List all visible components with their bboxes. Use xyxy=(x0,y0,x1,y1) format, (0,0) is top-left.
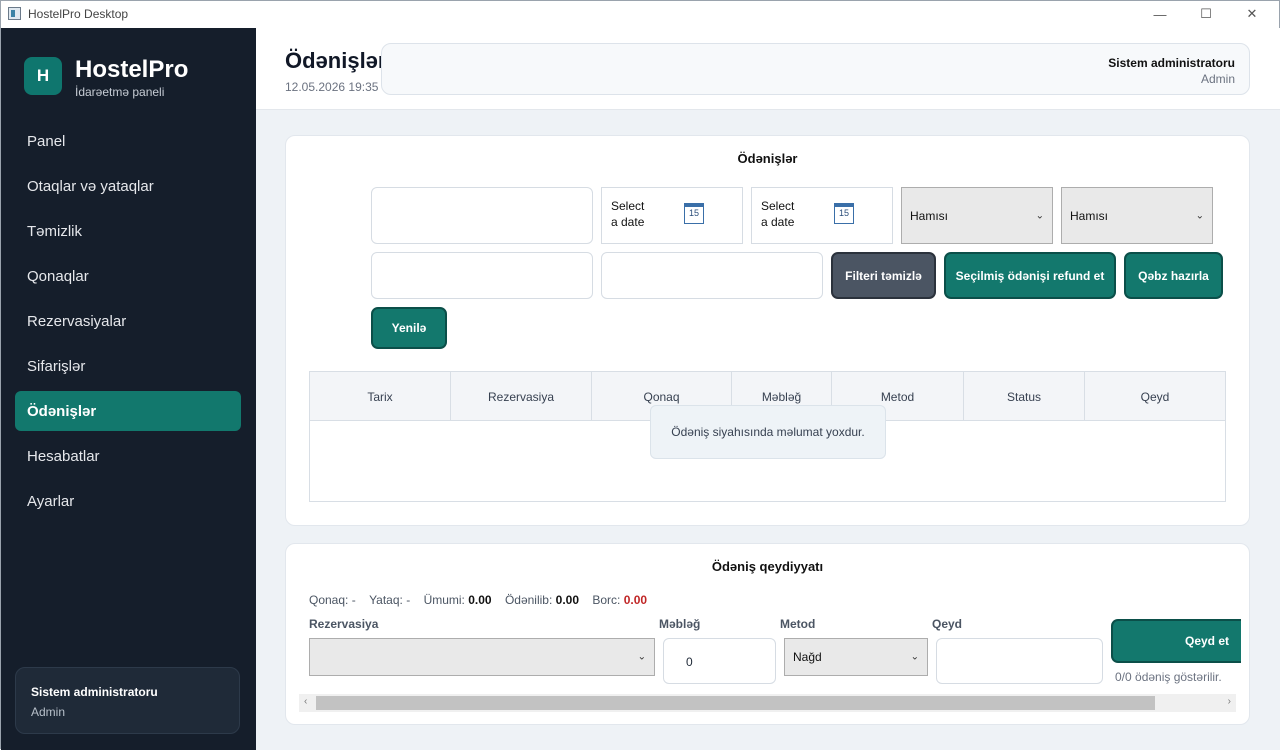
amount-label: Məbləğ xyxy=(659,617,701,631)
sidebar-item-reports[interactable]: Hesabatlar xyxy=(15,436,241,476)
payment-count: 0/0 ödəniş göstərilir. xyxy=(1115,670,1222,684)
guest-label: Qonaq: xyxy=(309,593,349,607)
date-from-text-1: Select xyxy=(611,199,645,213)
maximize-icon[interactable]: ☐ xyxy=(1183,1,1229,27)
sidebar-item-reservations[interactable]: Rezervasiyalar xyxy=(15,301,241,341)
minimize-icon[interactable]: — xyxy=(1137,1,1183,27)
receipt-button[interactable]: Qəbz hazırla xyxy=(1124,252,1223,299)
sidebar-item-guests[interactable]: Qonaqlar xyxy=(15,256,241,296)
payments-table: Tarix Rezervasiya Qonaq Məbləğ Metod Sta… xyxy=(309,371,1226,502)
app-icon xyxy=(8,7,21,20)
date-from-text-2: a date xyxy=(611,215,645,229)
refresh-button[interactable]: Yenilə xyxy=(371,307,447,349)
chevron-down-icon: ⌄ xyxy=(637,651,646,663)
page-title: Ödənişlər xyxy=(285,48,387,73)
payments-panel: Ödənişlər Select a date 15 Select a date 1… xyxy=(285,135,1250,526)
debt-label: Borc: xyxy=(592,593,621,607)
sidebar-item-orders[interactable]: Sifarişlər xyxy=(15,346,241,386)
date-to-picker[interactable]: Select a date 15 xyxy=(751,187,893,244)
header-user-card: Sistem administratoru Admin xyxy=(381,43,1250,95)
method-filter-value: Hamısı xyxy=(910,208,949,223)
bed-value: - xyxy=(406,593,411,607)
total-value: 0.00 xyxy=(468,593,492,607)
main-content: Ödənişlər 12.05.2026 19:35 Sistem admini… xyxy=(256,28,1280,750)
paid-label: Ödənilib: xyxy=(504,593,553,607)
calendar-icon[interactable]: 15 xyxy=(834,203,854,224)
payment-summary: Qonaq: - Yataq: - Ümumi: 0.00 Ödənilib: … xyxy=(309,593,647,607)
save-payment-button[interactable]: Qeyd et xyxy=(1111,619,1241,663)
bed-label: Yataq: xyxy=(369,593,403,607)
window-title: HostelPro Desktop xyxy=(28,7,129,21)
reservation-filter-input[interactable] xyxy=(601,252,823,299)
brand-subtitle: İdarəetmə paneli xyxy=(75,85,165,99)
amount-value: 0 xyxy=(686,655,693,669)
sidebar-item-panel[interactable]: Panel xyxy=(15,121,241,161)
refund-button[interactable]: Seçilmiş ödənişi refund et xyxy=(944,252,1116,299)
date-from-picker[interactable]: Select a date 15 xyxy=(601,187,743,244)
note-input[interactable] xyxy=(936,638,1103,684)
method-value: Nağd xyxy=(793,650,822,664)
payment-registration-panel: Ödəniş qeydiyyatı Qonaq: - Yataq: - Ümum… xyxy=(285,543,1250,725)
method-label: Metod xyxy=(780,617,816,631)
empty-message: Ödəniş siyahısında məlumat yoxdur. xyxy=(650,405,886,459)
clear-filter-button[interactable]: Filteri təmizlə xyxy=(831,252,936,299)
header-user-role: Admin xyxy=(1200,72,1235,86)
column-note[interactable]: Qeyd xyxy=(1085,372,1225,421)
page-datetime: 12.05.2026 19:35 xyxy=(285,80,379,94)
chevron-down-icon: ⌄ xyxy=(1035,210,1044,221)
guest-filter-input[interactable] xyxy=(371,252,593,299)
sidebar-item-rooms[interactable]: Otaqlar və yataqlar xyxy=(15,166,241,206)
date-to-text-1: Select xyxy=(761,199,795,213)
sidebar: H HostelPro İdarəetmə paneli Panel Otaql… xyxy=(1,28,256,750)
note-label: Qeyd xyxy=(932,617,963,631)
calendar-icon[interactable]: 15 xyxy=(684,203,704,224)
header-user-name: Sistem administratoru xyxy=(1108,56,1235,70)
method-select[interactable]: Nağd ⌄ xyxy=(784,638,928,676)
status-filter-select[interactable]: Hamısı ⌄ xyxy=(1061,187,1213,244)
scroll-left-icon[interactable]: ‹ xyxy=(304,696,307,707)
reservation-select[interactable]: ⌄ xyxy=(309,638,655,676)
user-role: Admin xyxy=(31,705,66,719)
close-icon[interactable]: ✕ xyxy=(1229,1,1275,27)
date-to-text-2: a date xyxy=(761,215,795,229)
search-input[interactable] xyxy=(371,187,593,244)
column-reservation[interactable]: Rezervasiya xyxy=(451,372,592,421)
debt-value: 0.00 xyxy=(623,593,648,607)
guest-value: - xyxy=(351,593,356,607)
scrollbar-thumb[interactable] xyxy=(316,696,1155,710)
chevron-down-icon: ⌄ xyxy=(1195,210,1204,221)
sidebar-item-cleaning[interactable]: Təmizlik xyxy=(15,211,241,251)
brand-name: HostelPro xyxy=(75,56,189,83)
title-bar: HostelPro Desktop — ☐ ✕ xyxy=(1,1,1279,27)
sidebar-item-settings[interactable]: Ayarlar xyxy=(15,481,241,521)
method-filter-select[interactable]: Hamısı ⌄ xyxy=(901,187,1053,244)
status-filter-value: Hamısı xyxy=(1070,208,1109,223)
user-name: Sistem administratoru xyxy=(31,685,158,699)
horizontal-scrollbar[interactable]: ‹ › xyxy=(299,694,1236,712)
sidebar-item-payments[interactable]: Ödənişlər xyxy=(15,391,241,431)
scroll-right-icon[interactable]: › xyxy=(1228,696,1231,707)
user-card: Sistem administratoru Admin xyxy=(15,667,240,734)
total-label: Ümumi: xyxy=(423,593,465,607)
column-date[interactable]: Tarix xyxy=(310,372,451,421)
logo: H xyxy=(24,57,62,95)
reservation-label: Rezervasiya xyxy=(309,617,379,631)
app-window: HostelPro Desktop — ☐ ✕ H HostelPro İdar… xyxy=(0,0,1280,750)
chevron-down-icon: ⌄ xyxy=(910,651,919,663)
payments-panel-title: Ödənişlər xyxy=(737,151,798,166)
page-header: Ödənişlər 12.05.2026 19:35 Sistem admini… xyxy=(256,28,1280,110)
registration-title: Ödəniş qeydiyyatı xyxy=(711,559,824,574)
amount-input[interactable]: 0 xyxy=(663,638,776,684)
column-status[interactable]: Status xyxy=(964,372,1085,421)
paid-value: 0.00 xyxy=(555,593,580,607)
